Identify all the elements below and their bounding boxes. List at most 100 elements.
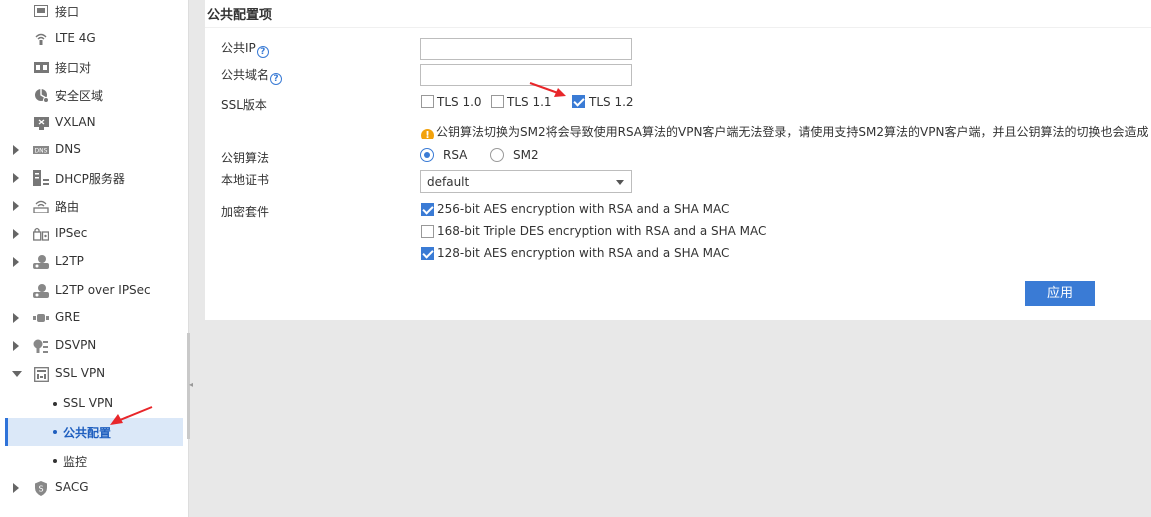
signal-icon — [33, 31, 49, 47]
dsvpn-icon — [33, 338, 49, 354]
sidebar-subitem-public-config[interactable]: 公共配置 — [5, 418, 183, 446]
sidebar-item-label: GRE — [55, 310, 81, 324]
sidebar-item-security-zone[interactable]: 安全区域 — [0, 83, 183, 107]
sidebar-item-gre[interactable]: GRE — [0, 306, 183, 330]
sidebar-item-lte-4g[interactable]: LTE 4G — [0, 27, 183, 51]
dropdown-caret-icon — [616, 180, 624, 185]
chevron-right-icon[interactable] — [13, 483, 19, 493]
sidebar-nav: 接口 LTE 4G 接口对 安全区域 VXLAN DNS DNS DHCP服务器… — [0, 0, 188, 517]
bullet-dot — [53, 459, 57, 463]
public-ip-input[interactable] — [420, 38, 632, 60]
router-icon — [33, 198, 49, 214]
cipher-3des-checkbox[interactable] — [421, 225, 434, 238]
chevron-right-icon[interactable] — [13, 201, 19, 211]
cipher-aes256-checkbox[interactable] — [421, 203, 434, 216]
config-panel — [205, 0, 1151, 320]
local-cert-select[interactable]: default — [420, 170, 632, 193]
sidebar-item-label: L2TP over IPSec — [55, 283, 151, 297]
chevron-right-icon[interactable] — [13, 145, 19, 155]
sidebar-item-label: 路由 — [55, 200, 80, 214]
gre-icon — [33, 310, 49, 326]
cipher-aes256-label: 256-bit AES encryption with RSA and a SH… — [437, 202, 730, 216]
tls-1-0-label: TLS 1.0 — [437, 95, 482, 109]
rsa-radio[interactable] — [420, 148, 434, 162]
sidebar-item-label: IPSec — [55, 226, 88, 240]
interface-pair-icon — [33, 59, 49, 75]
tls-1-1-checkbox[interactable] — [491, 95, 504, 108]
sidebar-item-dns[interactable]: DNS DNS — [0, 138, 183, 162]
sidebar-item-label: DHCP服务器 — [55, 172, 125, 186]
sm2-radio[interactable] — [490, 148, 504, 162]
local-cert-value: default — [427, 175, 470, 189]
sidebar-item-interface-pair[interactable]: 接口对 — [0, 55, 183, 79]
chevron-right-icon[interactable] — [13, 257, 19, 267]
dhcp-server-icon — [33, 170, 49, 186]
collapse-sidebar-icon[interactable]: ◂ — [189, 378, 195, 392]
cipher-aes128-label: 128-bit AES encryption with RSA and a SH… — [437, 246, 730, 260]
chevron-right-icon[interactable] — [13, 173, 19, 183]
sidebar-item-ssl-vpn[interactable]: SSL VPN — [0, 362, 183, 386]
cipher-aes128-checkbox[interactable] — [421, 247, 434, 260]
tls-1-0-checkbox[interactable] — [421, 95, 434, 108]
sidebar-item-vxlan[interactable]: VXLAN — [0, 111, 183, 135]
sidebar-subitem-label: SSL VPN — [63, 396, 114, 410]
warning-message: ! 公钥算法切换为SM2将会导致使用RSA算法的VPN客户端无法登录，请使用支持S… — [421, 123, 1151, 139]
ssl-vpn-icon — [33, 366, 49, 382]
sacg-shield-icon: S — [33, 480, 49, 496]
tls-1-2-label: TLS 1.2 — [589, 95, 634, 109]
sidebar-subitem-ssl-vpn[interactable]: SSL VPN — [5, 390, 183, 418]
sidebar-item-l2tp-over-ipsec[interactable]: L2TP over IPSec — [0, 279, 183, 303]
svg-text:DNS: DNS — [35, 148, 48, 155]
interface-icon — [33, 3, 49, 19]
sidebar-item-label: 接口 — [55, 5, 80, 19]
public-domain-label: 公共域名? — [221, 66, 283, 85]
ssl-version-label: SSL版本 — [221, 98, 267, 112]
sidebar-item-sacg[interactable]: S SACG — [0, 476, 183, 500]
vxlan-icon — [33, 115, 49, 131]
sidebar-item-label: DSVPN — [55, 338, 97, 352]
title-divider — [205, 27, 1151, 28]
sidebar-item-label: DNS — [55, 142, 81, 156]
public-domain-label-text: 公共域名 — [221, 68, 270, 82]
page-title: 公共配置项 — [207, 8, 273, 23]
ipsec-icon — [33, 226, 49, 242]
sidebar-subitem-label: 监控 — [63, 455, 88, 469]
public-domain-input[interactable] — [420, 64, 632, 86]
sidebar-subitem-monitor[interactable]: 监控 — [5, 447, 183, 475]
sidebar-item-label: VXLAN — [55, 115, 96, 129]
chevron-right-icon[interactable] — [13, 229, 19, 239]
cipher-3des-label: 168-bit Triple DES encryption with RSA a… — [437, 224, 767, 238]
l2tp-over-ipsec-icon — [33, 283, 49, 299]
rsa-label: RSA — [443, 148, 468, 162]
sidebar-item-label: 安全区域 — [55, 89, 104, 103]
bullet-dot — [53, 430, 57, 434]
svg-text:S: S — [38, 484, 43, 493]
cipher-suite-label: 加密套件 — [221, 205, 270, 219]
warning-text: 公钥算法切换为SM2将会导致使用RSA算法的VPN客户端无法登录，请使用支持SM… — [436, 125, 1149, 139]
dns-icon: DNS — [33, 142, 49, 158]
annotation-arrow-icon — [110, 406, 153, 425]
tls-1-2-checkbox[interactable] — [572, 95, 585, 108]
sidebar-item-dhcp-server[interactable]: DHCP服务器 — [0, 166, 183, 190]
help-icon[interactable]: ? — [256, 46, 269, 58]
public-ip-label: 公共IP? — [221, 39, 269, 58]
sidebar-item-ipsec[interactable]: IPSec — [0, 222, 183, 246]
sidebar-item-dsvpn[interactable]: DSVPN — [0, 334, 183, 358]
local-cert-label: 本地证书 — [221, 173, 270, 187]
help-icon[interactable]: ? — [270, 73, 283, 85]
apply-button[interactable]: 应用 — [1025, 281, 1095, 306]
chevron-right-icon[interactable] — [13, 313, 19, 323]
sidebar-item-l2tp[interactable]: L2TP — [0, 250, 183, 274]
chevron-right-icon[interactable] — [13, 341, 19, 351]
l2tp-icon — [33, 254, 49, 270]
security-zone-icon — [33, 87, 49, 103]
sidebar-item-label: LTE 4G — [55, 31, 96, 45]
bullet-dot — [53, 402, 57, 406]
sidebar-item-router[interactable]: 路由 — [0, 194, 183, 218]
key-algorithm-label: 公钥算法 — [221, 151, 270, 165]
public-ip-label-text: 公共IP — [221, 41, 256, 55]
sidebar-item-interface[interactable]: 接口 — [0, 0, 183, 23]
chevron-down-icon[interactable] — [12, 371, 22, 377]
sidebar-item-label: 接口对 — [55, 61, 92, 75]
sidebar-splitter[interactable] — [188, 0, 189, 517]
